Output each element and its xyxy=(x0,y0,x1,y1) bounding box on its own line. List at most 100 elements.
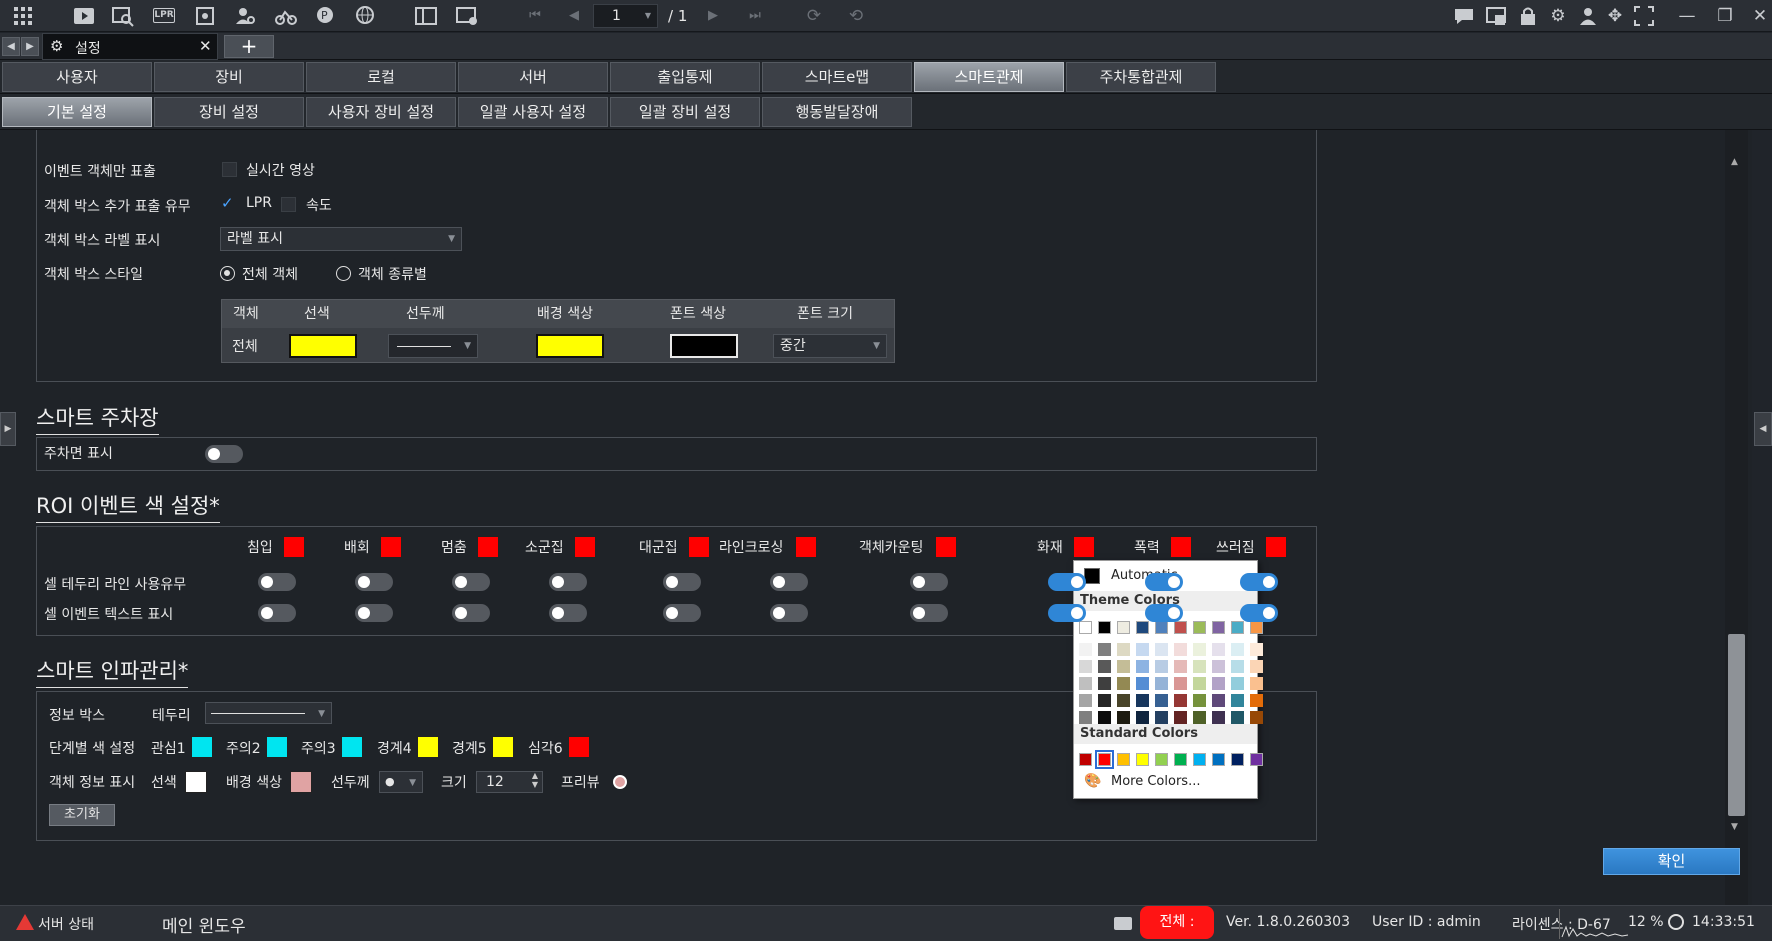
standard-color-cell[interactable] xyxy=(1174,753,1187,766)
theme-shade-cell[interactable] xyxy=(1231,677,1244,690)
theme-shade-cell[interactable] xyxy=(1079,711,1092,724)
message-icon[interactable] xyxy=(1485,5,1507,27)
theme-shade-cell[interactable] xyxy=(1231,660,1244,673)
total-events-badge[interactable]: 전체 : 5802 xyxy=(1140,906,1214,939)
info-line-color-swatch[interactable] xyxy=(185,771,207,793)
line-color-swatch[interactable] xyxy=(289,334,357,358)
theme-shade-cell[interactable] xyxy=(1155,694,1168,707)
theme-shade-cell[interactable] xyxy=(1193,677,1206,690)
restore-icon[interactable]: ❐ xyxy=(1714,5,1736,27)
theme-shade-cell[interactable] xyxy=(1155,677,1168,690)
cell-border-toggle[interactable] xyxy=(1048,573,1086,591)
tab-scroll-right-icon[interactable]: ▶ xyxy=(21,37,39,56)
scrollbar-thumb[interactable] xyxy=(1728,634,1745,816)
theme-shade-cell[interactable] xyxy=(1155,660,1168,673)
all-objects-radio[interactable] xyxy=(220,266,235,281)
theme-color-cell[interactable] xyxy=(1212,621,1225,634)
bike-search-icon[interactable] xyxy=(275,5,297,27)
stage-color-swatch[interactable] xyxy=(341,736,363,758)
more-colors-option[interactable]: More Colors... xyxy=(1111,774,1200,789)
cell-border-toggle[interactable] xyxy=(355,573,393,591)
theme-shade-cell[interactable] xyxy=(1098,677,1111,690)
roi-event-color-swatch[interactable] xyxy=(935,536,957,558)
info-bg-color-swatch[interactable] xyxy=(290,771,312,793)
standard-color-cell[interactable] xyxy=(1212,753,1225,766)
scroll-up-icon[interactable]: ▲ xyxy=(1731,157,1738,167)
main-tab-5[interactable]: 스마트e맵 xyxy=(762,62,912,92)
roi-event-color-swatch[interactable] xyxy=(380,536,402,558)
page-number-input[interactable]: 1 ▼ xyxy=(593,4,658,28)
sub-tab-1[interactable]: 장비 설정 xyxy=(154,97,304,127)
theme-color-cell[interactable] xyxy=(1231,621,1244,634)
cell-text-toggle[interactable] xyxy=(355,604,393,622)
standard-color-cell[interactable] xyxy=(1231,753,1244,766)
cell-border-toggle[interactable] xyxy=(549,573,587,591)
theme-color-cell[interactable] xyxy=(1193,621,1206,634)
parking-search-icon[interactable]: P xyxy=(315,5,337,27)
theme-shade-cell[interactable] xyxy=(1193,694,1206,707)
main-tab-6[interactable]: 스마트관제 xyxy=(914,62,1064,92)
cell-border-toggle[interactable] xyxy=(1240,573,1278,591)
fullscreen-icon[interactable] xyxy=(1633,5,1655,27)
font-size-select[interactable]: 중간 ▼ xyxy=(773,334,887,358)
theme-shade-cell[interactable] xyxy=(1212,660,1225,673)
roi-event-color-swatch[interactable] xyxy=(1170,536,1192,558)
sub-tab-5[interactable]: 행동발달장애 xyxy=(762,97,912,127)
theme-shade-cell[interactable] xyxy=(1193,643,1206,656)
theme-shade-cell[interactable] xyxy=(1193,660,1206,673)
theme-shade-cell[interactable] xyxy=(1117,694,1130,707)
stage-color-swatch[interactable] xyxy=(266,736,288,758)
add-tab-button[interactable]: + xyxy=(224,35,274,58)
search-video-icon[interactable] xyxy=(112,5,134,27)
add-screen-icon[interactable] xyxy=(456,5,478,27)
theme-shade-cell[interactable] xyxy=(1231,694,1244,707)
theme-shade-cell[interactable] xyxy=(1098,643,1111,656)
main-tab-1[interactable]: 장비 xyxy=(154,62,304,92)
cell-border-toggle[interactable] xyxy=(258,573,296,591)
standard-color-cell[interactable] xyxy=(1117,753,1130,766)
bg-color-swatch[interactable] xyxy=(536,334,604,358)
theme-shade-cell[interactable] xyxy=(1079,677,1092,690)
stage-color-swatch[interactable] xyxy=(191,736,213,758)
standard-color-cell[interactable] xyxy=(1250,753,1263,766)
theme-shade-cell[interactable] xyxy=(1098,711,1111,724)
cell-text-toggle[interactable] xyxy=(1145,604,1183,622)
cell-border-toggle[interactable] xyxy=(910,573,948,591)
theme-color-cell[interactable] xyxy=(1250,621,1263,634)
theme-shade-cell[interactable] xyxy=(1212,711,1225,724)
by-object-type-radio[interactable] xyxy=(336,266,351,281)
sub-tab-0[interactable]: 기본 설정 xyxy=(2,97,152,127)
theme-shade-cell[interactable] xyxy=(1079,694,1092,707)
user-icon[interactable] xyxy=(1577,5,1599,27)
theme-shade-cell[interactable] xyxy=(1212,694,1225,707)
parking-space-toggle[interactable] xyxy=(205,445,243,463)
info-thickness-select[interactable]: ● ▼ xyxy=(379,771,423,793)
play-icon[interactable] xyxy=(73,5,95,27)
lock-icon[interactable] xyxy=(1517,5,1539,27)
theme-shade-cell[interactable] xyxy=(1231,711,1244,724)
refresh-icon[interactable]: ⟳ xyxy=(803,5,825,27)
reset-button[interactable]: 초기화 xyxy=(49,804,115,826)
settings-refresh-icon[interactable]: ⟲ xyxy=(845,5,867,27)
theme-shade-cell[interactable] xyxy=(1250,660,1263,673)
roi-event-color-swatch[interactable] xyxy=(795,536,817,558)
close-icon[interactable]: ✕ xyxy=(199,37,212,55)
theme-color-cell[interactable] xyxy=(1136,621,1149,634)
roi-event-color-swatch[interactable] xyxy=(283,536,305,558)
grid-icon[interactable] xyxy=(12,5,34,27)
roi-event-color-swatch[interactable] xyxy=(688,536,710,558)
theme-shade-cell[interactable] xyxy=(1117,643,1130,656)
theme-color-cell[interactable] xyxy=(1155,621,1168,634)
chat-icon[interactable] xyxy=(1453,5,1475,27)
theme-shade-cell[interactable] xyxy=(1250,711,1263,724)
theme-shade-cell[interactable] xyxy=(1231,643,1244,656)
cell-text-toggle[interactable] xyxy=(1240,604,1278,622)
info-size-stepper[interactable]: 12 ▲ ▼ xyxy=(476,771,543,793)
roi-event-color-swatch[interactable] xyxy=(1073,536,1095,558)
person-search-icon[interactable] xyxy=(235,5,257,27)
theme-shade-cell[interactable] xyxy=(1174,660,1187,673)
tab-settings[interactable]: ⚙ 설정 ✕ xyxy=(42,33,218,60)
camera-search-icon[interactable] xyxy=(195,5,217,27)
right-panel-toggle-icon[interactable]: ◀ xyxy=(1754,412,1772,446)
prev-page-icon[interactable]: ◀ xyxy=(563,5,585,27)
